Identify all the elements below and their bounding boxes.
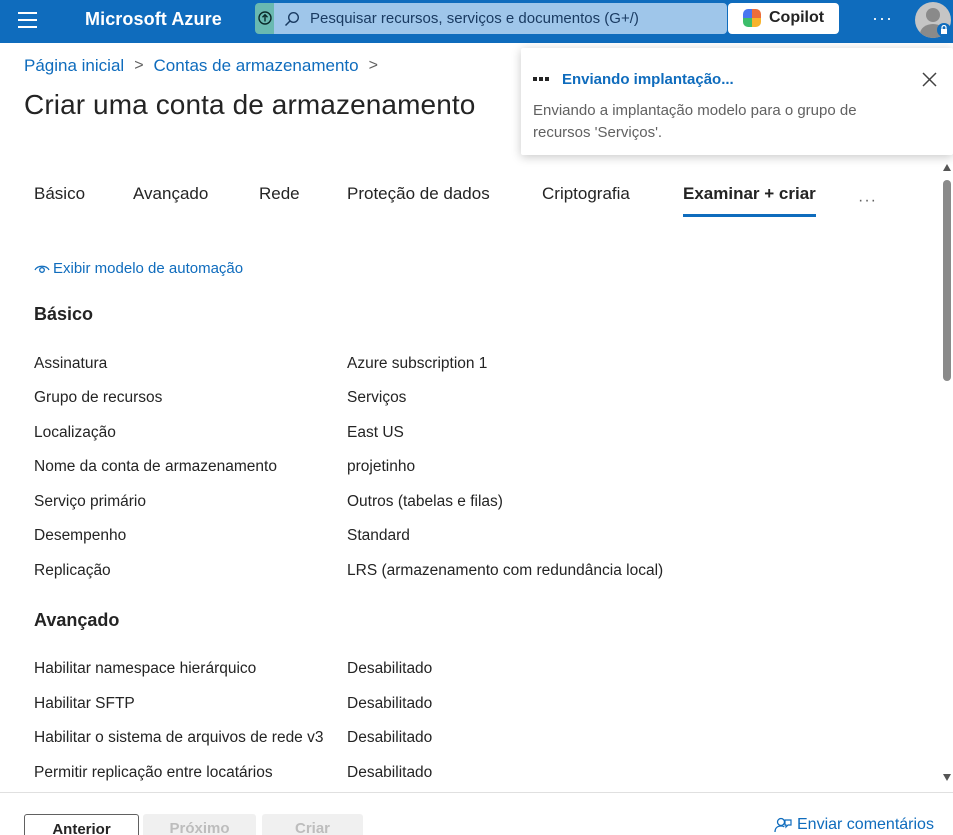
row-value: LRS (armazenamento com redundância local… [347, 562, 664, 579]
next-button[interactable]: Próximo [143, 814, 256, 835]
summary-row: Localização East US [34, 424, 734, 446]
tab-examinar-criar[interactable]: Examinar + criar [683, 184, 816, 217]
tab-criptografia[interactable]: Criptografia [542, 184, 630, 214]
row-label: Habilitar namespace hierárquico [34, 660, 257, 677]
send-feedback-link[interactable]: Enviar comentários [774, 816, 934, 834]
row-value: Standard [347, 527, 410, 544]
menu-icon[interactable] [18, 12, 38, 30]
summary-row: Nome da conta de armazenamento projetinh… [34, 458, 734, 480]
feedback-label: Enviar comentários [797, 816, 934, 833]
cloud-shell-upload-button[interactable] [255, 3, 275, 34]
tab-avancado[interactable]: Avançado [133, 184, 208, 214]
footer-divider [0, 792, 953, 793]
breadcrumb-separator: > [368, 57, 378, 74]
row-value: projetinho [347, 458, 416, 475]
summary-row: Grupo de recursos Serviços [34, 389, 734, 411]
section-title-basico: Básico [34, 304, 94, 324]
summary-row: Assinatura Azure subscription 1 [34, 355, 734, 377]
breadcrumb: Página inicial > Contas de armazenamento… [24, 56, 388, 76]
scrollbar[interactable] [941, 160, 953, 785]
summary-row: Desempenho Standard [34, 527, 734, 549]
search-icon [284, 11, 300, 27]
summary-row: Habilitar SFTP Desabilitado [34, 695, 734, 717]
row-label: Replicação [34, 562, 111, 579]
copilot-label: Copilot [769, 9, 825, 26]
page-title: Criar uma conta de armazenamento [24, 89, 476, 120]
copilot-button[interactable]: Copilot [728, 3, 839, 34]
scroll-up-arrow-icon[interactable] [943, 164, 951, 171]
section-title-avancado: Avançado [34, 610, 120, 630]
tab-basico[interactable]: Básico [34, 184, 85, 214]
copilot-icon [743, 9, 761, 27]
brand-title[interactable]: Microsoft Azure [85, 9, 222, 30]
row-value: Desabilitado [347, 695, 433, 712]
breadcrumb-storage-accounts-link[interactable]: Contas de armazenamento [154, 56, 359, 76]
breadcrumb-separator: > [134, 57, 144, 74]
upload-icon [258, 11, 272, 25]
feedback-icon [774, 817, 792, 832]
row-label: Serviço primário [34, 493, 146, 510]
previous-button[interactable]: Anterior [24, 814, 139, 835]
row-label: Habilitar o sistema de arquivos de rede … [34, 729, 324, 746]
global-search[interactable] [274, 3, 727, 34]
row-label: Grupo de recursos [34, 389, 163, 406]
row-value: Desabilitado [347, 764, 433, 781]
row-value: Desabilitado [347, 660, 433, 677]
row-value: Desabilitado [347, 729, 433, 746]
row-value: East US [347, 424, 404, 441]
row-label: Permitir replicação entre locatários [34, 764, 273, 781]
tab-rede[interactable]: Rede [259, 184, 300, 214]
summary-row: Permitir replicação entre locatários Des… [34, 764, 734, 786]
automation-link-label: Exibir modelo de automação [53, 260, 244, 277]
row-label: Localização [34, 424, 116, 441]
deployment-notification: Enviando implantação... Enviando a impla… [521, 48, 953, 155]
row-value: Outros (tabelas e filas) [347, 493, 503, 510]
row-value: Azure subscription 1 [347, 355, 488, 372]
tab-protecao-de-dados[interactable]: Proteção de dados [347, 184, 490, 214]
notification-title[interactable]: Enviando implantação... [562, 71, 734, 88]
breadcrumb-home-link[interactable]: Página inicial [24, 56, 124, 76]
summary-row: Serviço primário Outros (tabelas e filas… [34, 493, 734, 515]
scroll-thumb[interactable] [943, 180, 951, 381]
row-label: Desempenho [34, 527, 127, 544]
progress-dots-icon [533, 77, 551, 81]
search-input[interactable] [310, 7, 715, 30]
row-label: Assinatura [34, 355, 108, 372]
scroll-down-arrow-icon[interactable] [943, 774, 951, 781]
row-label: Habilitar SFTP [34, 695, 135, 712]
close-icon[interactable] [921, 71, 938, 88]
row-label: Nome da conta de armazenamento [34, 458, 277, 475]
tabs-more-icon[interactable]: ··· [858, 192, 877, 210]
summary-row: Habilitar namespace hierárquico Desabili… [34, 660, 734, 682]
lock-icon [937, 23, 951, 37]
notification-body: Enviando a implantação modelo para o gru… [533, 102, 857, 141]
row-value: Serviços [347, 389, 407, 406]
top-bar: Microsoft Azure Copilot ··· [0, 0, 953, 43]
automation-template-link[interactable]: Exibir modelo de automação [34, 260, 243, 277]
more-options-icon[interactable]: ··· [872, 8, 893, 29]
summary-row: Habilitar o sistema de arquivos de rede … [34, 729, 734, 751]
summary-row: Replicação LRS (armazenamento com redund… [34, 562, 734, 584]
create-button[interactable]: Criar [262, 814, 363, 835]
eye-icon [34, 265, 50, 273]
